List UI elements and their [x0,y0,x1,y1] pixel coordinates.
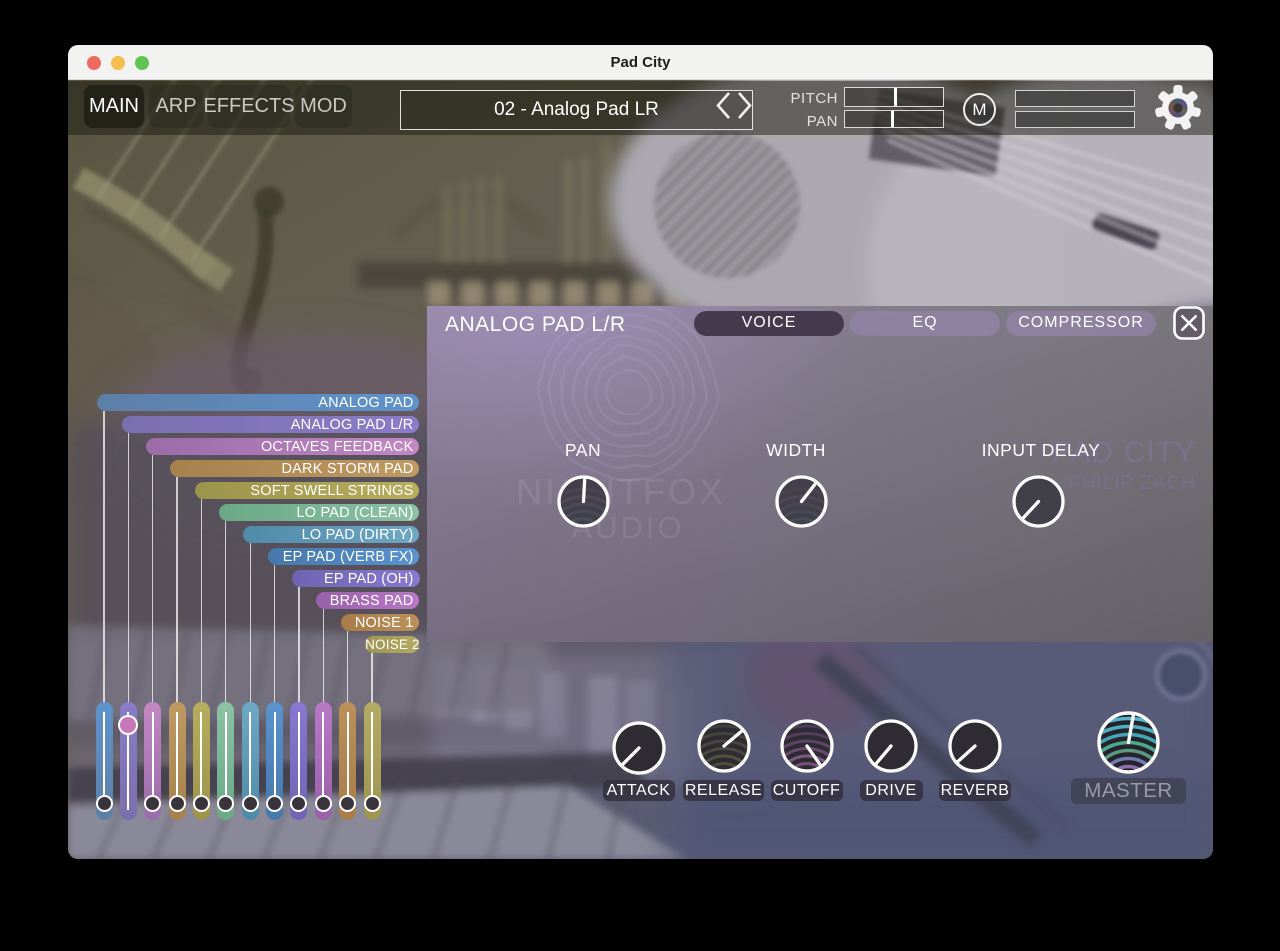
svg-text:PHILIP ZACH: PHILIP ZACH [1068,473,1196,494]
svg-text:NIGHTFOX: NIGHTFOX [516,471,726,512]
